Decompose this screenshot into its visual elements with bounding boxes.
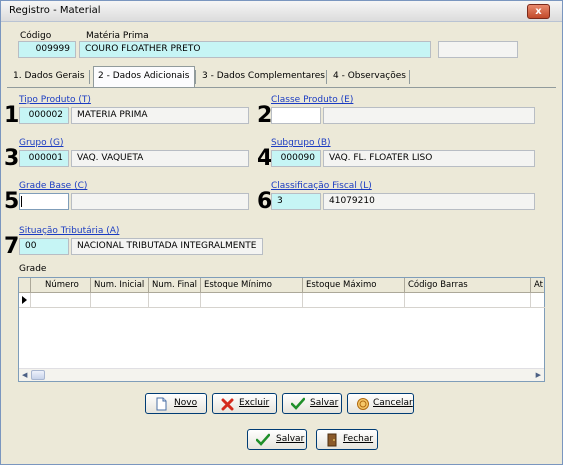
subgrupo-desc-field: VAQ. FL. FLOATER LISO (323, 150, 535, 167)
classificacao-fiscal-desc-field: 41079210 (323, 193, 535, 210)
grade-col-estoque-minimo[interactable]: Estoque Mínimo (201, 278, 303, 293)
fechar-label: Fechar (343, 434, 374, 444)
materia-prima-label: Matéria Prima (86, 31, 149, 41)
grade-horizontal-scrollbar[interactable]: ◀ ▶ (19, 368, 544, 381)
tipo-produto-label[interactable]: Tipo Produto (T) (19, 95, 91, 105)
extra-field (438, 41, 518, 58)
grade-cell[interactable] (201, 293, 303, 308)
marker-1: 1 (4, 103, 20, 128)
grade-title: Grade (19, 264, 47, 274)
grade-cell (19, 293, 31, 308)
tab-dados-adicionais[interactable]: 2 - Dados Adicionais (93, 66, 195, 87)
tab-divider (89, 70, 90, 84)
salvar-button[interactable]: Salvar (247, 429, 307, 450)
tipo-produto-desc-field: MATERIA PRIMA (71, 107, 249, 124)
marker-3: 3 (4, 146, 20, 171)
grade-col-estoque-maximo[interactable]: Estoque Máximo (303, 278, 405, 293)
grade-salvar-label: Salvar (310, 398, 339, 408)
grade-cell[interactable] (303, 293, 405, 308)
classificacao-fiscal-label[interactable]: Classificação Fiscal (L) (271, 181, 372, 191)
novo-button[interactable]: Novo (145, 393, 207, 414)
grade-salvar-button[interactable]: Salvar (282, 393, 342, 414)
tab-dados-complementares[interactable]: 3 - Dados Complementares (198, 67, 329, 87)
situacao-tributaria-desc-field: NACIONAL TRIBUTADA INTEGRALMENTE (71, 238, 263, 255)
new-document-icon (156, 397, 167, 411)
marker-7: 7 (4, 234, 20, 259)
grade-col-codigo-barras[interactable]: Código Barras (405, 278, 531, 293)
tab-divider (326, 70, 327, 84)
grade-cell[interactable] (31, 293, 91, 308)
grade-table[interactable]: Número Num. Inicial Num. Final Estoque M… (18, 277, 545, 382)
grade-col-at[interactable]: At (531, 278, 545, 293)
codigo-label: Código (20, 31, 52, 41)
grade-col-num-final[interactable]: Num. Final (149, 278, 201, 293)
classificacao-fiscal-code-field[interactable]: 3 (271, 193, 321, 210)
close-icon: x (535, 6, 542, 17)
cancel-circle-icon (357, 398, 369, 410)
grade-cell[interactable] (149, 293, 201, 308)
grade-col-num-inicial[interactable]: Num. Inicial (91, 278, 149, 293)
situacao-tributaria-label[interactable]: Situação Tributária (A) (19, 226, 119, 236)
tab-divider (409, 70, 410, 84)
classe-produto-desc-field (323, 107, 535, 124)
grade-col-numero[interactable]: Número (31, 278, 91, 293)
grade-cell[interactable] (91, 293, 149, 308)
tipo-produto-code-field[interactable]: 000002 (19, 107, 69, 124)
checkmark-icon (291, 397, 305, 410)
grupo-label[interactable]: Grupo (G) (19, 138, 63, 148)
close-button[interactable]: x (527, 4, 550, 19)
marker-5: 5 (4, 189, 20, 214)
delete-x-icon (221, 398, 234, 411)
fechar-button[interactable]: Fechar (316, 429, 378, 450)
grupo-desc-field: VAQ. VAQUETA (71, 150, 249, 167)
situacao-tributaria-code-field[interactable]: 00 (19, 238, 69, 255)
checkmark-icon (256, 433, 270, 446)
cancelar-button[interactable]: Cancelar (347, 393, 414, 414)
grade-base-code-field[interactable] (19, 193, 69, 210)
registro-material-window: Registro - Material x Código Matéria Pri… (0, 0, 563, 465)
text-cursor (21, 196, 22, 207)
excluir-button[interactable]: Excluir (212, 393, 277, 414)
grade-base-label[interactable]: Grade Base (C) (19, 181, 87, 191)
tab-dados-gerais[interactable]: 1. Dados Gerais (9, 67, 89, 87)
salvar-label: Salvar (276, 434, 305, 444)
title-bar: Registro - Material x (1, 1, 562, 22)
excluir-label: Excluir (239, 398, 270, 408)
subgrupo-code-field[interactable]: 000090 (271, 150, 321, 167)
scroll-left-icon[interactable]: ◀ (22, 371, 27, 379)
tab-observacoes[interactable]: 4 - Observações (329, 67, 410, 87)
subgrupo-label[interactable]: Subgrupo (B) (271, 138, 331, 148)
door-exit-icon (327, 433, 337, 447)
scroll-thumb[interactable] (31, 370, 45, 380)
grade-header: Número Num. Inicial Num. Final Estoque M… (19, 278, 544, 293)
codigo-field[interactable]: 009999 (18, 41, 76, 58)
materia-prima-field[interactable]: COURO FLOATHER PRETO (79, 41, 431, 58)
grade-cell[interactable] (405, 293, 531, 308)
classe-produto-code-field[interactable] (271, 107, 321, 124)
cancelar-label: Cancelar (373, 398, 413, 408)
grade-cell[interactable] (531, 293, 545, 308)
scroll-right-icon[interactable]: ▶ (536, 371, 541, 379)
classe-produto-label[interactable]: Classe Produto (E) (271, 95, 353, 105)
grade-base-desc-field (71, 193, 249, 210)
grupo-code-field[interactable]: 000001 (19, 150, 69, 167)
tab-divider (195, 70, 196, 84)
window-title: Registro - Material (9, 5, 101, 16)
novo-label: Novo (174, 398, 198, 408)
grade-header-indicator (19, 278, 31, 293)
